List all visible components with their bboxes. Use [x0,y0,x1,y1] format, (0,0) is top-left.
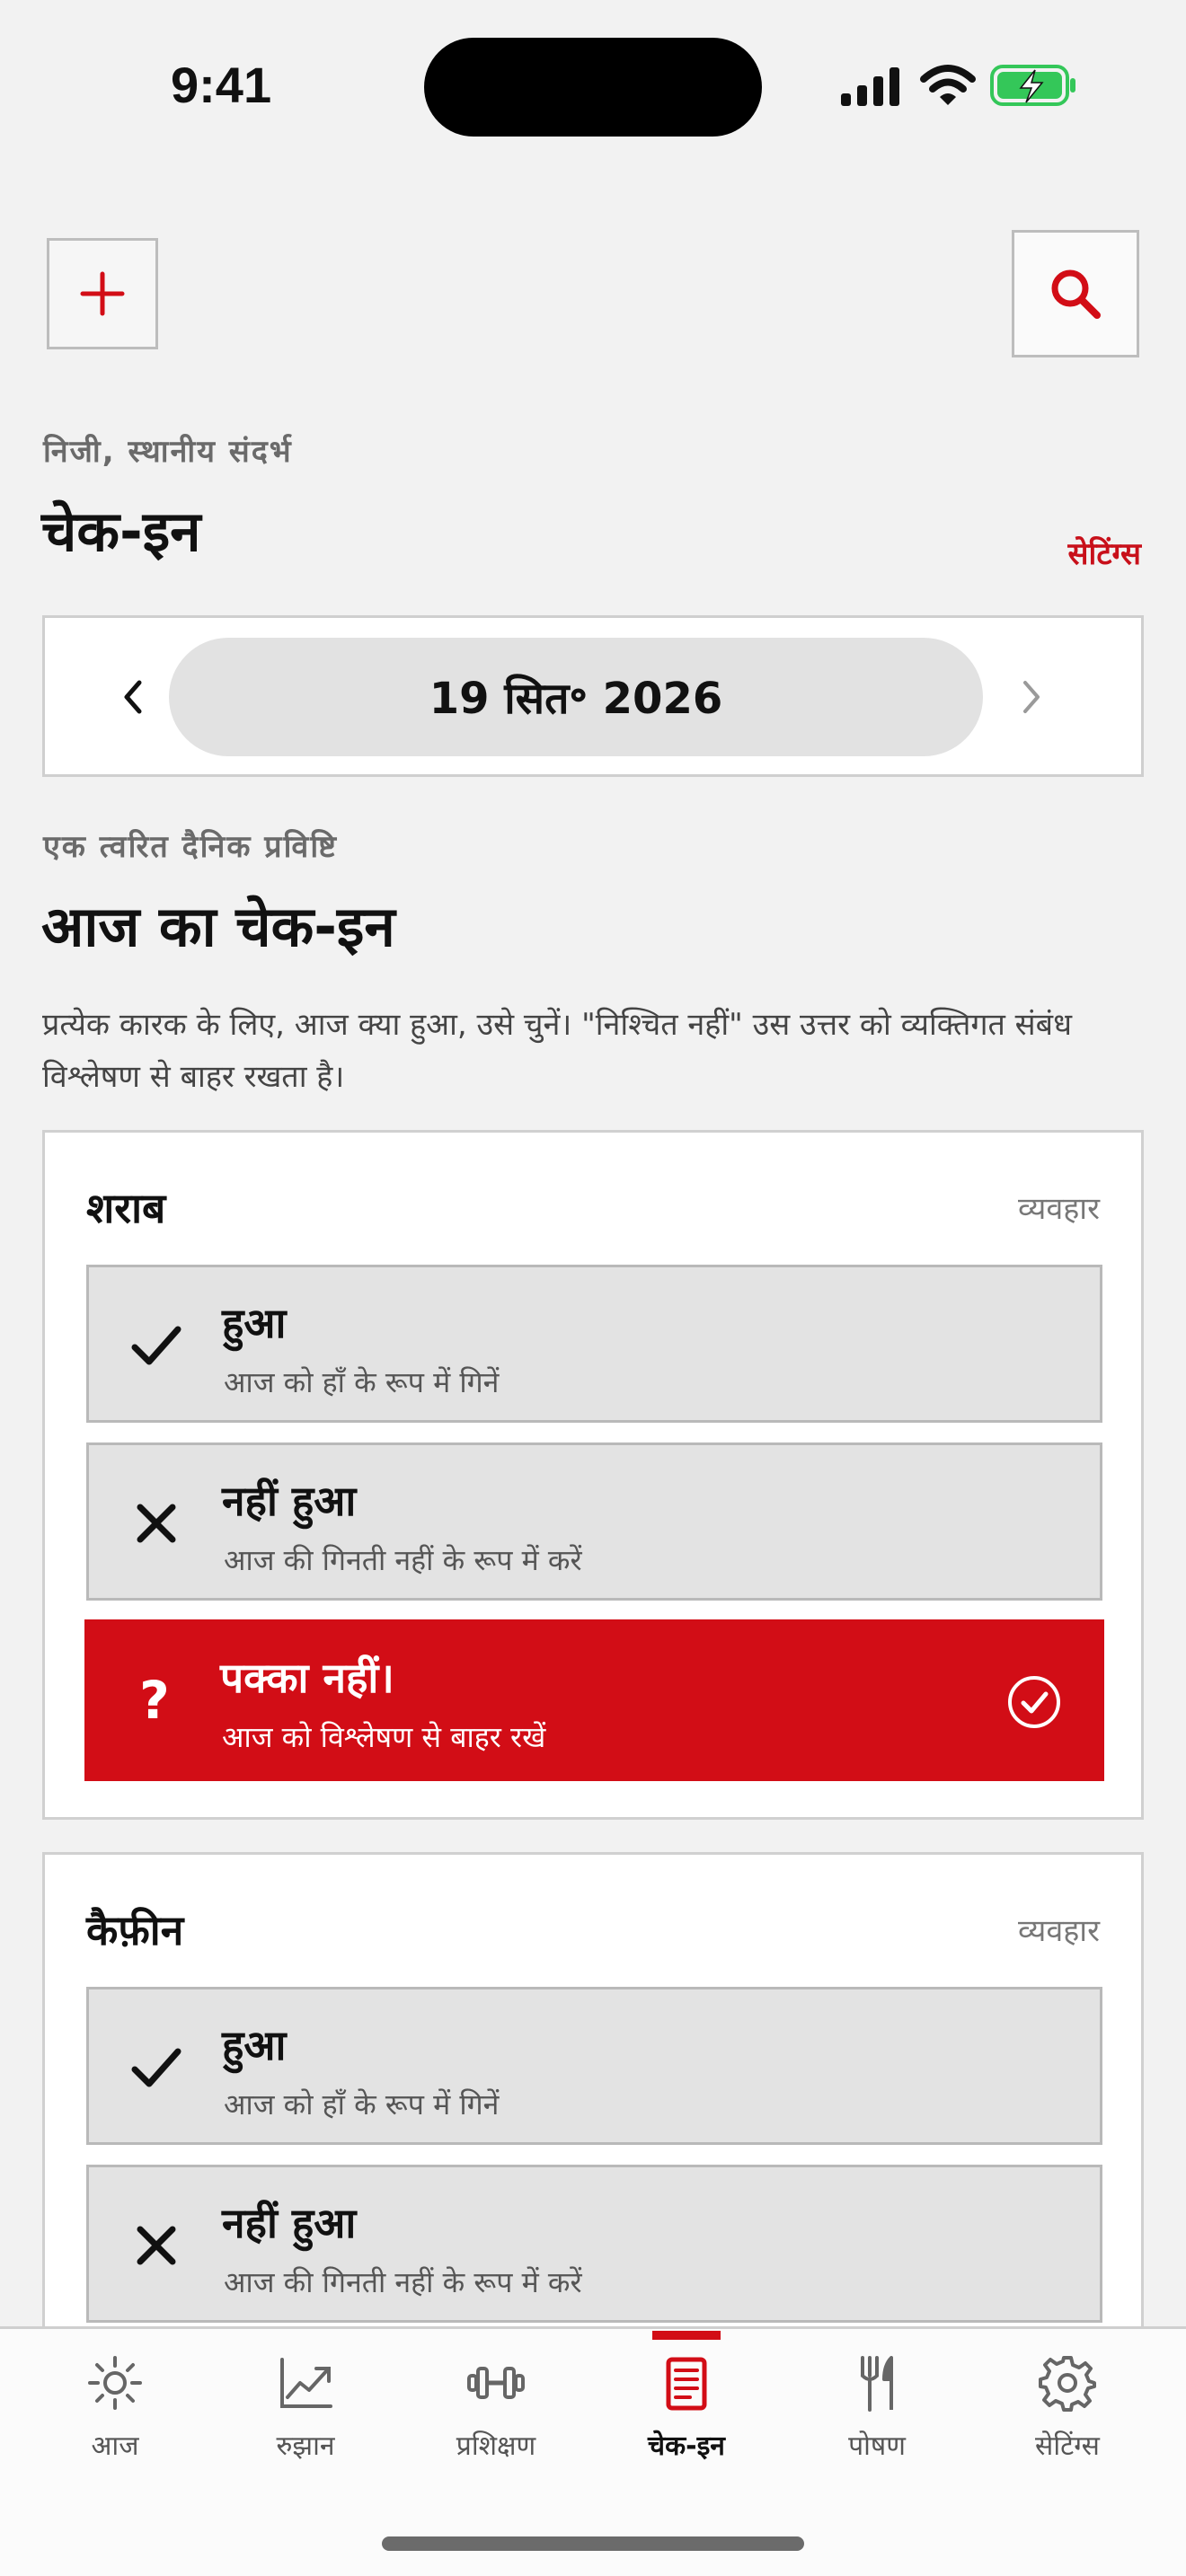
search-icon [1051,269,1101,319]
option-description: आज को विश्लेषण से बाहर रखें [222,1720,546,1754]
home-indicator [382,2536,804,2551]
page-title: चेक-इन [41,498,201,564]
tab-nutrition[interactable]: पोषण [787,2329,967,2491]
option-description: आज की गिनती नहीं के रूप में करें [224,1543,582,1577]
gear-icon [1039,2356,1096,2412]
section-description: प्रत्येक कारक के लिए, आज क्या हुआ, उसे च… [42,1007,1072,1095]
add-button[interactable] [47,238,158,349]
tab-label: पोषण [848,2430,906,2462]
option-description: आज को हाँ के रूप में गिनें [224,2087,500,2122]
tab-label: प्रशिक्षण [456,2430,536,2462]
status-time: 9:41 [171,57,272,113]
factor-name: कैफ़ीन [86,1906,184,1954]
plus-icon [80,271,125,316]
tab-checkin[interactable]: चेक-इन [597,2329,776,2491]
dumbbell-icon [467,2367,525,2399]
x-icon [137,2226,176,2265]
option-label: नहीं हुआ [222,1477,357,1525]
trend-icon [280,2358,332,2408]
option-label: हुआ [222,2021,287,2069]
option-did-not-happen[interactable]: नहीं हुआ आज की गिनती नहीं के रूप में करे… [86,2165,1102,2323]
option-description: आज को हाँ के रूप में गिनें [224,1365,500,1399]
active-tab-indicator [652,2331,721,2340]
option-happened[interactable]: हुआ आज को हाँ के रूप में गिनें [86,1265,1102,1423]
section-title: आज का चेक-इन [41,894,395,959]
sun-icon [88,2356,142,2410]
header-eyebrow: निजी, स्थानीय संदर्भ [43,434,293,470]
tab-today[interactable]: आज [25,2329,205,2491]
fork-knife-icon [861,2356,893,2412]
x-icon [137,1504,176,1543]
tab-label: चेक-इन [648,2430,725,2462]
wifi-icon [920,65,976,105]
option-did-not-happen[interactable]: नहीं हुआ आज की गिनती नहीं के रूप में करे… [86,1442,1102,1601]
dynamic-island [424,38,762,137]
question-icon: ? [139,1670,170,1731]
factor-name: शराब [86,1184,166,1232]
factor-type: व्यवहार [1017,1913,1100,1949]
section-eyebrow: एक त्वरित दैनिक प्रविष्टि [43,829,338,865]
date-navigator: 19 सित॰ 2026 [42,615,1144,777]
option-happened[interactable]: हुआ आज को हाँ के रूप में गिनें [86,1987,1102,2145]
factor-card-caffeine: कैफ़ीन व्यवहार हुआ आज को हाँ के रूप में … [42,1852,1144,2355]
factor-card-alcohol: शराब व्यवहार हुआ आज को हाँ के रूप में गि… [42,1130,1144,1820]
option-label: हुआ [222,1299,287,1347]
checkin-icon [666,2357,707,2411]
tab-trends[interactable]: रुझान [216,2329,395,2491]
chevron-left-icon [124,680,142,714]
selected-check-circle-icon [1008,1676,1060,1728]
search-button[interactable] [1012,230,1139,357]
tab-label: सेटिंग्स [1035,2430,1100,2462]
check-icon [131,1326,181,1365]
option-description: आज की गिनती नहीं के रूप में करें [224,2265,582,2299]
tab-label: आज [91,2430,139,2462]
factor-type: व्यवहार [1017,1191,1100,1227]
tab-label: रुझान [276,2430,335,2462]
settings-link[interactable]: सेटिंग्स [1068,532,1141,573]
option-label: नहीं हुआ [222,2199,357,2247]
tab-training[interactable]: प्रशिक्षण [406,2329,586,2491]
option-not-sure[interactable]: ? पक्का नहीं। आज को विश्लेषण से बाहर रखे… [84,1619,1104,1781]
date-display[interactable]: 19 सित॰ 2026 [169,638,983,756]
next-day-button[interactable] [997,663,1066,731]
status-bar: 9:41 [0,0,1186,171]
tab-settings[interactable]: सेटिंग्स [978,2329,1157,2491]
previous-day-button[interactable] [99,663,167,731]
cellular-signal-icon [841,67,899,106]
option-label: पक्का नहीं। [220,1654,394,1702]
battery-charging-icon [990,65,1075,106]
chevron-right-icon [1023,681,1040,713]
check-icon [131,2048,181,2087]
